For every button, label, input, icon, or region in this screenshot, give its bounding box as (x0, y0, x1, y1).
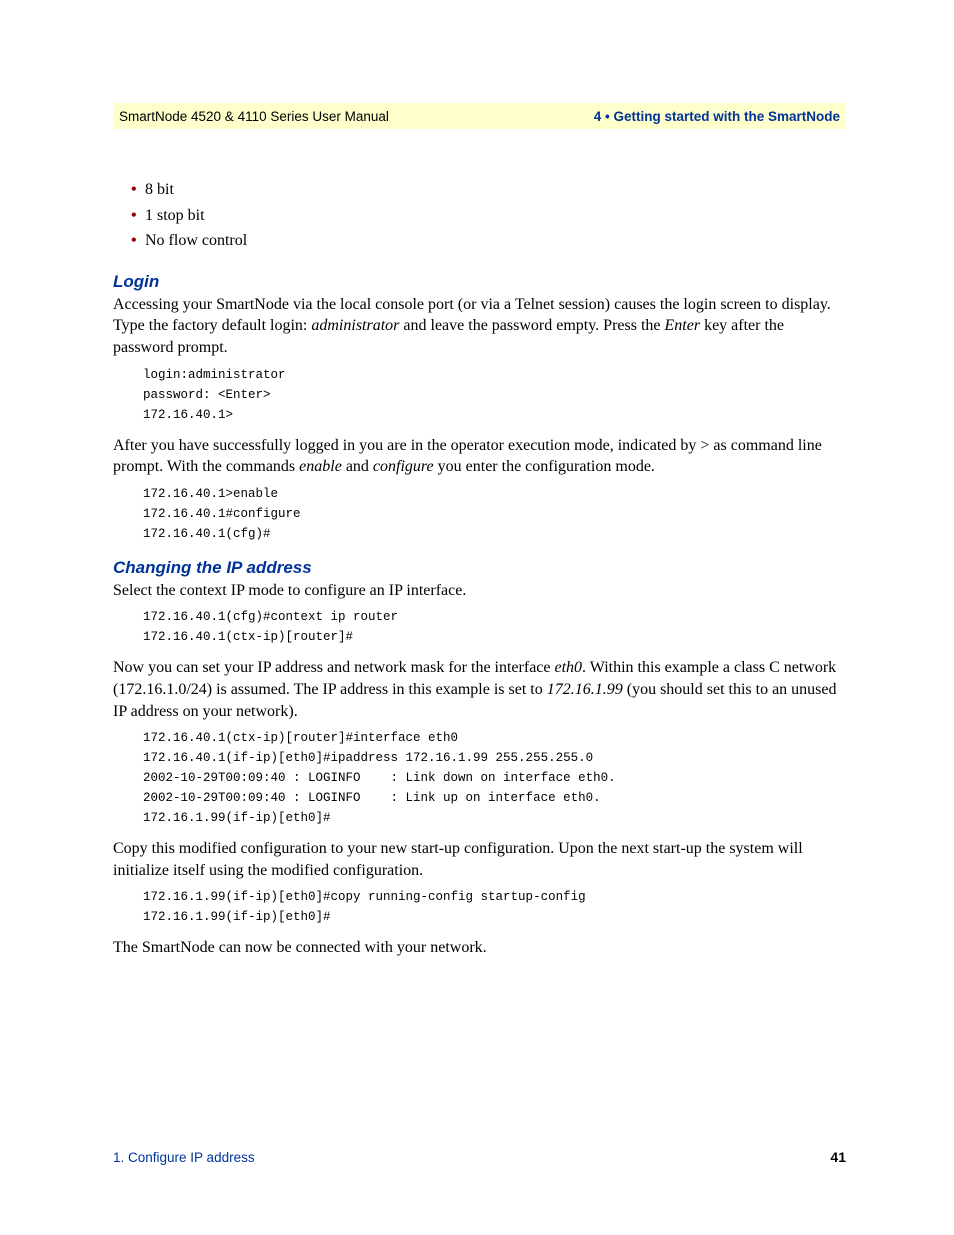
code-block-enable: 172.16.40.1>enable 172.16.40.1#configure… (143, 484, 846, 544)
serial-settings-list: 8 bit 1 stop bit No flow control (113, 177, 846, 254)
page-number: 41 (830, 1149, 846, 1165)
header-bar: SmartNode 4520 & 4110 Series User Manual… (113, 103, 846, 129)
header-chapter-title: 4 • Getting started with the SmartNode (594, 109, 840, 124)
footer: 1. Configure IP address 41 (113, 1149, 846, 1165)
text-run: and (342, 458, 373, 475)
body-paragraph: Select the context IP mode to configure … (113, 580, 846, 602)
emphasis-configure: configure (373, 458, 434, 475)
list-item: 8 bit (131, 177, 846, 203)
text-run: and leave the password empty. Press the (399, 317, 664, 334)
body-paragraph: After you have successfully logged in yo… (113, 435, 846, 478)
section-heading-login: Login (113, 272, 846, 292)
header-manual-title: SmartNode 4520 & 4110 Series User Manual (119, 109, 389, 124)
body-paragraph: The SmartNode can now be connected with … (113, 937, 846, 959)
code-block-interface: 172.16.40.1(ctx-ip)[router]#interface et… (143, 728, 846, 828)
code-block-context-ip: 172.16.40.1(cfg)#context ip router 172.1… (143, 607, 846, 647)
emphasis-enable: enable (299, 458, 342, 475)
emphasis-enter: Enter (665, 317, 701, 334)
page: SmartNode 4520 & 4110 Series User Manual… (0, 0, 954, 1235)
body-paragraph: Accessing your SmartNode via the local c… (113, 294, 846, 359)
body-paragraph: Copy this modified configuration to your… (113, 838, 846, 881)
emphasis-administrator: administrator (311, 317, 399, 334)
section-heading-changing-ip: Changing the IP address (113, 558, 846, 578)
code-block-login: login:administrator password: <Enter> 17… (143, 365, 846, 425)
emphasis-ip-address: 172.16.1.99 (547, 681, 623, 698)
code-block-copy-config: 172.16.1.99(if-ip)[eth0]#copy running-co… (143, 887, 846, 927)
footer-section-title: 1. Configure IP address (113, 1150, 255, 1165)
emphasis-eth0: eth0 (555, 659, 583, 676)
text-run: you enter the configuration mode. (434, 458, 655, 475)
list-item: No flow control (131, 228, 846, 254)
text-run: Now you can set your IP address and netw… (113, 659, 555, 676)
body-paragraph: Now you can set your IP address and netw… (113, 657, 846, 722)
list-item: 1 stop bit (131, 203, 846, 229)
